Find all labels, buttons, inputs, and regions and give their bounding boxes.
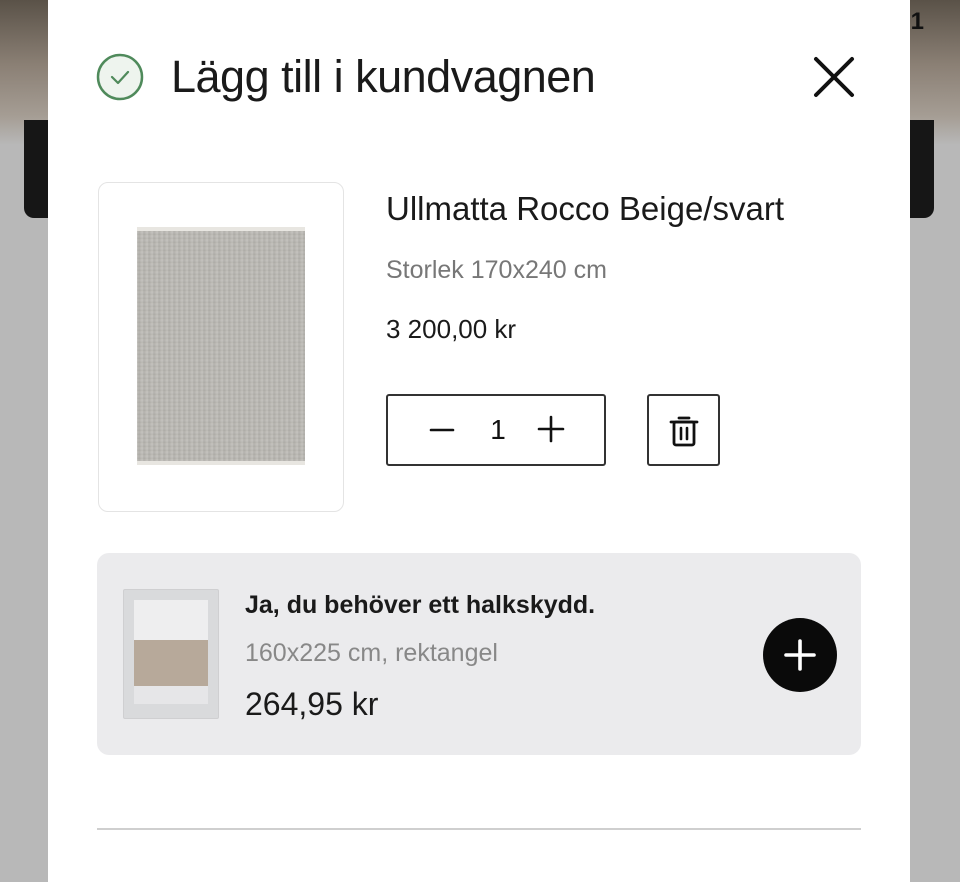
upsell-description: 160x225 cm, rektangel <box>245 639 498 667</box>
package-photo <box>134 640 208 686</box>
check-circle-icon <box>96 53 144 101</box>
trash-icon <box>669 416 699 447</box>
add-upsell-button[interactable] <box>763 618 837 692</box>
package-label <box>134 600 208 640</box>
product-name[interactable]: Ullmatta Rocco Beige/svart <box>386 190 784 228</box>
modal-title: Lägg till i kundvagnen <box>171 51 596 102</box>
remove-item-button[interactable] <box>647 394 720 466</box>
plus-icon <box>537 415 565 443</box>
minus-icon <box>429 428 455 432</box>
close-button[interactable] <box>812 55 856 99</box>
rug-picture <box>137 227 305 465</box>
package-footer <box>134 686 208 704</box>
plus-icon <box>784 639 816 671</box>
quantity-value: 1 <box>490 414 506 445</box>
background-badge: 1 <box>910 8 924 35</box>
upsell-price: 264,95 kr <box>245 686 379 722</box>
add-to-cart-modal: Lägg till i kundvagnen Ullmatta Rocco Be… <box>48 0 910 882</box>
section-divider <box>97 828 861 830</box>
product-size: Storlek 170x240 cm <box>386 256 607 284</box>
quantity-stepper: 1 <box>386 394 606 466</box>
increase-quantity-button[interactable] <box>536 414 566 444</box>
product-image[interactable] <box>98 182 344 512</box>
upsell-title[interactable]: Ja, du behöver ett halkskydd. <box>245 591 595 620</box>
modal-header: Lägg till i kundvagnen <box>96 50 861 105</box>
close-icon <box>814 57 854 97</box>
upsell-card: Ja, du behöver ett halkskydd. 160x225 cm… <box>97 553 861 755</box>
decrease-quantity-button[interactable] <box>428 416 456 444</box>
product-price: 3 200,00 kr <box>386 314 517 344</box>
anti-slip-pad-image[interactable] <box>123 589 219 719</box>
